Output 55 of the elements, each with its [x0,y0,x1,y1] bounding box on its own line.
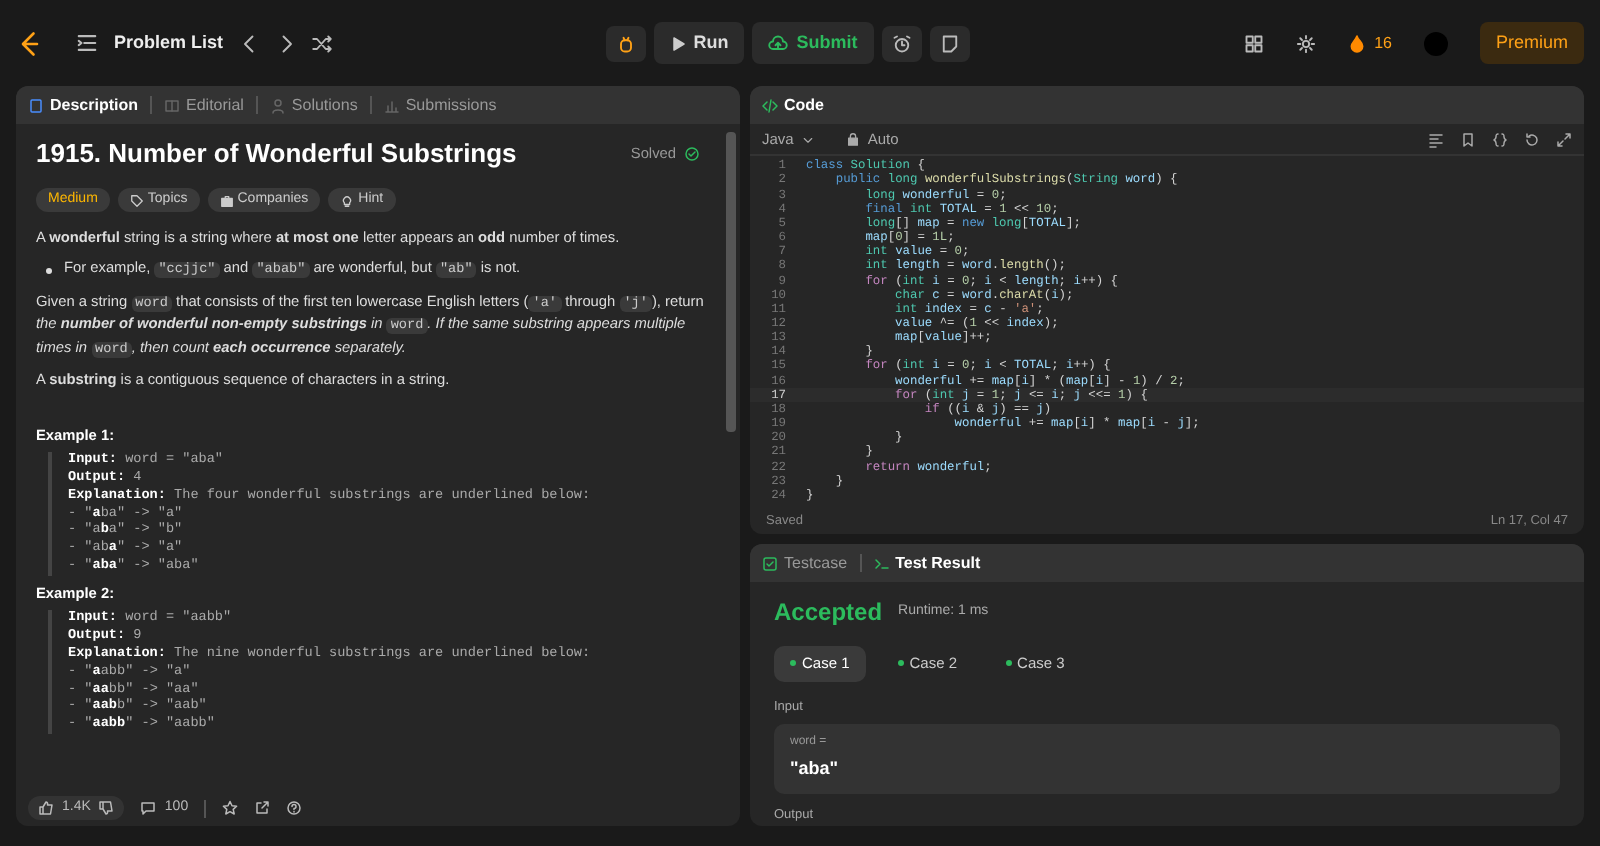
thumbs-up-icon [38,800,54,816]
book-icon [164,97,181,113]
problem-list-link[interactable]: Problem List [114,29,224,57]
parameter-value: "aba" [790,756,841,783]
panel-tab[interactable]: Submissions [383,93,497,117]
debug-button[interactable] [605,25,646,61]
premium-button[interactable]: Premium [1479,21,1584,65]
layout-icon[interactable] [1244,33,1265,53]
run-button[interactable]: Run [653,21,745,65]
panel-title: Code [784,93,824,117]
alarm-clock-icon [891,33,912,53]
flame-icon[interactable] [1348,33,1367,53]
panel-tab[interactable]: Solutions [269,93,358,117]
external-link-icon[interactable] [254,800,271,816]
terminal-icon [873,555,890,572]
star-icon[interactable] [222,800,239,816]
tag-icon [129,193,144,208]
problem-title: 1915. Number of Wonderful Substrings [36,136,517,172]
format-icon[interactable] [1428,131,1444,148]
braces-icon[interactable] [1492,131,1508,148]
bookmark-icon[interactable] [1460,131,1476,148]
comment-icon [140,800,157,816]
panel-tab[interactable]: Test Result [873,551,981,576]
help-icon[interactable] [286,800,303,816]
briefcase-icon [219,193,234,208]
person-icon [269,97,286,113]
bullet-icon [46,268,52,275]
panel-tab[interactable]: Testcase [762,551,848,576]
chevron-down-icon [801,133,814,146]
document-icon [28,97,44,113]
cloud-upload-icon [768,33,789,53]
check-circle-icon [684,146,700,163]
lightbulb-icon [340,193,355,208]
code-icon [762,97,778,113]
thumbs-down-icon [98,800,115,816]
panel-tab[interactable]: Description [28,93,139,117]
notes-button[interactable] [929,25,970,61]
verdict-text: Accepted [774,596,883,631]
timer-button[interactable] [881,25,922,61]
lock-icon [845,132,860,147]
play-icon [669,35,686,51]
scrollbar[interactable] [726,132,736,432]
submit-button[interactable]: Submit [752,21,874,65]
bug-icon [615,33,636,53]
settings-icon[interactable] [1296,33,1317,53]
note-icon [939,33,960,53]
logo-icon[interactable] [16,29,44,57]
list-icon[interactable] [76,32,98,54]
expand-icon[interactable] [1556,131,1572,148]
reset-icon[interactable] [1524,131,1540,148]
checkbox-icon [762,555,778,572]
panel-tab[interactable]: Editorial [164,93,244,117]
shuffle-icon[interactable] [311,33,332,53]
bar-chart-icon [383,97,400,113]
streak-count: 16 [1374,31,1392,55]
